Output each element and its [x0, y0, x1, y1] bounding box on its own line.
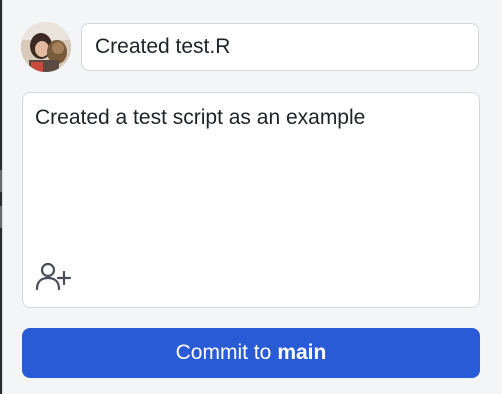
commit-button[interactable]: Commit to main	[22, 328, 480, 378]
add-coauthor-icon	[35, 262, 72, 291]
add-coauthor-button[interactable]	[35, 261, 73, 293]
avatar-photo-icon	[21, 22, 71, 72]
commit-button-label: Commit to	[175, 341, 272, 364]
commit-description-field[interactable]: Created a test script as an example	[22, 92, 480, 308]
user-avatar[interactable]	[21, 22, 71, 72]
commit-description-text: Created a test script as an example	[35, 106, 366, 129]
commit-summary-input[interactable]	[81, 23, 479, 71]
commit-branch-name: main	[277, 341, 327, 364]
